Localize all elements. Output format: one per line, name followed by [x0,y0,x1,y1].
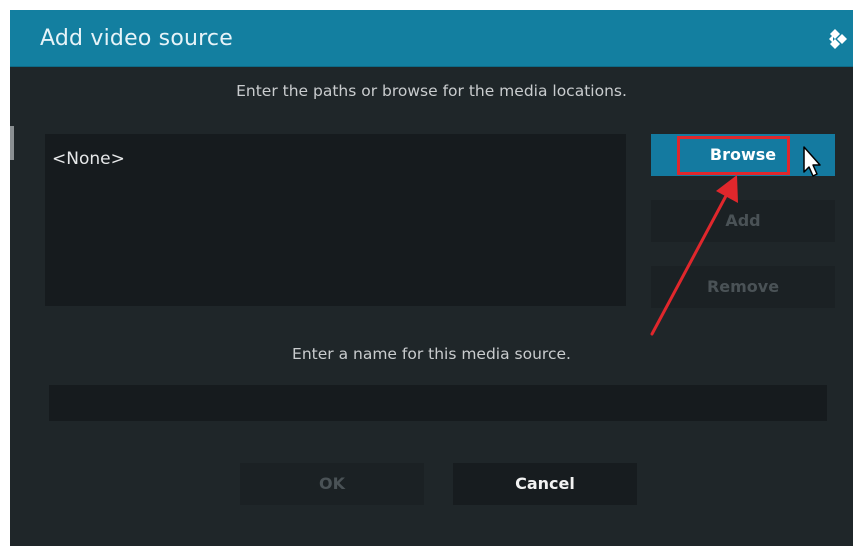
browse-highlight-box [677,136,790,175]
ok-button[interactable]: OK [240,463,424,505]
name-instruction: Enter a name for this media source. [292,345,571,363]
paths-list[interactable]: <None> [45,134,626,306]
add-video-source-dialog: Add video source Enter the paths or brow… [10,10,853,546]
dialog-titlebar: Add video source [10,10,853,67]
dialog-title: Add video source [40,26,233,51]
add-button[interactable]: Add [651,200,835,242]
path-list-item[interactable]: <None> [52,149,125,169]
paths-instruction: Enter the paths or browse for the media … [236,82,627,100]
remove-button[interactable]: Remove [651,266,835,308]
kodi-logo-icon [829,29,847,49]
focus-edge-marker [10,126,14,160]
source-name-field[interactable] [49,385,827,421]
cancel-button[interactable]: Cancel [453,463,637,505]
